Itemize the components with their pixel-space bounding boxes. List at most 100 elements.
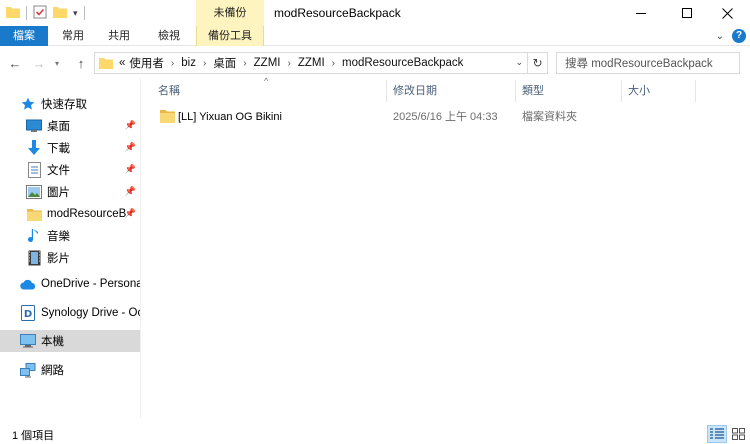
help-icon[interactable]: ? [732, 29, 746, 43]
file-type: 檔案資料夾 [522, 111, 577, 123]
nav-this-pc[interactable]: 本機 [0, 330, 140, 352]
nav-network[interactable]: 網路 [0, 359, 140, 381]
folder-icon [160, 109, 175, 125]
nav-item-downloads[interactable]: 下載 📌 [0, 137, 140, 159]
file-row[interactable]: [LL] Yixuan OG Bikini 2025/6/16 上午 04:33… [150, 106, 740, 128]
breadcrumb-item[interactable]: ZZMI [296, 57, 327, 69]
tab-view[interactable]: 檢視 [144, 26, 194, 46]
folder-icon [26, 206, 42, 222]
refresh-icon: ↻ [532, 56, 543, 70]
minimize-icon [636, 12, 646, 14]
chevron-right-icon[interactable]: › [238, 58, 251, 69]
details-view-button[interactable] [707, 425, 727, 443]
title-bar: ▾ 未備份 modResourceBackpack [0, 0, 750, 26]
chevron-right-icon[interactable]: › [198, 58, 211, 69]
close-icon [721, 7, 733, 19]
svg-text:D: D [24, 309, 32, 320]
breadcrumb-current[interactable]: modResourceBackpack [340, 57, 465, 69]
close-button[interactable] [704, 0, 750, 26]
back-button[interactable]: ← [6, 54, 24, 72]
pin-icon[interactable]: 📌 [125, 208, 136, 219]
folder-icon [99, 57, 113, 69]
desktop-icon [26, 118, 42, 134]
file-date: 2025/6/16 上午 04:33 [393, 111, 498, 123]
column-header-name[interactable]: 名稱 [158, 80, 384, 102]
address-overflow[interactable]: « [117, 57, 127, 69]
nav-item-music[interactable]: 音樂 [0, 225, 140, 247]
network-icon [20, 362, 36, 378]
item-count: 1 個項目 [12, 430, 55, 442]
address-row: ← → ▾ ↑ « 使用者 › biz › 桌面 › ZZMI › ZZMI ›… [0, 50, 750, 76]
maximize-icon [682, 8, 692, 18]
chevron-right-icon[interactable]: › [327, 58, 340, 69]
breadcrumb-item[interactable]: biz [179, 57, 198, 69]
pin-icon[interactable]: 📌 [125, 142, 136, 153]
column-divider[interactable] [695, 80, 696, 102]
picture-icon [26, 184, 42, 200]
column-divider[interactable] [621, 80, 622, 102]
breadcrumb-item[interactable]: 桌面 [211, 55, 238, 71]
status-bar: 1 個項目 [0, 424, 750, 444]
navigation-pane: 快速存取 桌面 📌 下載 📌 文件 📌 圖片 📌 modResourceB 📌 [0, 88, 140, 418]
nav-quick-access[interactable]: 快速存取 [0, 93, 140, 115]
pin-icon[interactable]: 📌 [125, 164, 136, 175]
column-header-date[interactable]: 修改日期 [393, 80, 513, 102]
up-button[interactable]: ↑ [72, 54, 90, 72]
chevron-right-icon[interactable]: › [282, 58, 295, 69]
arrow-up-icon: ↑ [77, 55, 85, 71]
file-name: [LL] Yixuan OG Bikini [178, 111, 282, 123]
address-dropdown-icon[interactable]: ⌄ [515, 57, 523, 68]
folder-icon [6, 6, 20, 21]
minimize-button[interactable] [618, 0, 664, 26]
column-header-type[interactable]: 類型 [522, 80, 618, 102]
tab-file[interactable]: 檔案 [0, 26, 48, 46]
document-icon [26, 162, 42, 178]
large-icons-view-icon [731, 428, 745, 440]
tab-home[interactable]: 常用 [50, 26, 96, 46]
pane-divider[interactable] [140, 78, 141, 418]
column-divider[interactable] [386, 80, 387, 102]
column-divider[interactable] [515, 80, 516, 102]
quick-access-toolbar: ▾ [6, 4, 85, 22]
nav-item-documents[interactable]: 文件 📌 [0, 159, 140, 181]
new-folder-icon[interactable] [53, 6, 67, 21]
column-header-size[interactable]: 大小 [628, 80, 694, 102]
pin-icon[interactable]: 📌 [125, 120, 136, 131]
video-icon [26, 250, 42, 266]
breadcrumb-item[interactable]: ZZMI [252, 57, 283, 69]
download-icon [26, 140, 42, 156]
recent-locations-button[interactable]: ▾ [48, 54, 66, 72]
details-view-icon [710, 428, 724, 439]
search-placeholder: 搜尋 modResourceBackpack [565, 58, 713, 70]
nav-item-desktop[interactable]: 桌面 📌 [0, 115, 140, 137]
window-title: modResourceBackpack [274, 6, 401, 20]
large-icons-view-button[interactable] [728, 425, 748, 443]
nav-item-videos[interactable]: 影片 [0, 247, 140, 269]
nav-synology[interactable]: D Synology Drive - Oc [0, 302, 140, 324]
music-icon [26, 228, 42, 244]
tab-share[interactable]: 共用 [96, 26, 142, 46]
nav-item-modresource[interactable]: modResourceB 📌 [0, 203, 140, 225]
computer-icon [20, 333, 36, 349]
ribbon-tabs: 檔案 常用 共用 檢視 備份工具 ⌄ ? [0, 26, 750, 46]
properties-icon[interactable] [33, 5, 47, 22]
breadcrumb-item[interactable]: 使用者 [127, 55, 166, 71]
nav-onedrive[interactable]: OneDrive - Personal [0, 273, 140, 295]
address-bar[interactable]: « 使用者 › biz › 桌面 › ZZMI › ZZMI › modReso… [94, 52, 528, 74]
arrow-right-icon: → [32, 55, 46, 71]
synology-drive-icon: D [20, 305, 36, 321]
arrow-left-icon: ← [8, 55, 22, 71]
cloud-icon [20, 276, 36, 292]
pin-icon[interactable]: 📌 [125, 186, 136, 197]
search-input[interactable]: 搜尋 modResourceBackpack [556, 52, 740, 74]
customize-toolbar-icon[interactable]: ▾ [73, 8, 78, 18]
chevron-down-icon: ▾ [54, 58, 59, 68]
nav-item-pictures[interactable]: 圖片 📌 [0, 181, 140, 203]
refresh-button[interactable]: ↻ [528, 52, 548, 74]
expand-ribbon-icon[interactable]: ⌄ [716, 31, 724, 42]
context-tab-label: 未備份 [196, 0, 264, 26]
star-icon [20, 96, 36, 112]
chevron-right-icon[interactable]: › [166, 58, 179, 69]
forward-button[interactable]: → [30, 54, 48, 72]
tab-backup-tools[interactable]: 備份工具 [196, 26, 264, 46]
